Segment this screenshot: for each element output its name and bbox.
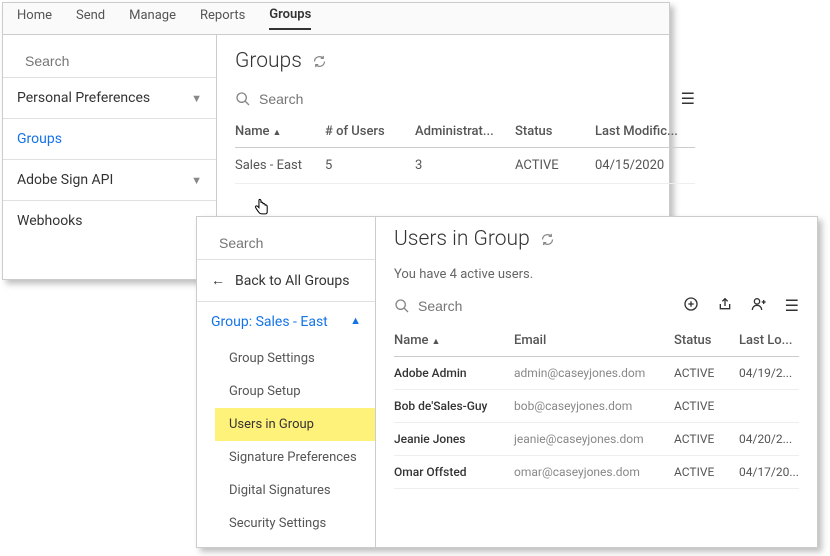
cell-status: ACTIVE <box>674 399 739 413</box>
col-users[interactable]: # of Users <box>325 124 415 139</box>
page-title-text: Groups <box>235 49 302 73</box>
subitem-users-in-group[interactable]: Users in Group <box>215 408 375 441</box>
add-user-icon[interactable] <box>751 296 767 312</box>
cell-last <box>739 399 799 413</box>
tab-manage[interactable]: Manage <box>129 8 176 29</box>
cell-admins: 3 <box>415 158 515 173</box>
chevron-down-icon: ▼ <box>191 174 202 187</box>
page-title: Groups <box>235 49 695 73</box>
export-icon[interactable] <box>717 296 733 312</box>
col-name[interactable]: Name▲ <box>235 124 325 139</box>
cell-name: Bob de'Sales-Guy <box>394 399 514 413</box>
users-search[interactable] <box>394 298 599 314</box>
table-row[interactable]: Jeanie Jones jeanie@caseyjones.dom ACTIV… <box>394 423 799 456</box>
back-arrow-icon: ← <box>211 272 225 289</box>
back-to-all-groups[interactable]: ← Back to All Groups <box>197 259 375 301</box>
search-icon <box>394 298 410 314</box>
active-users-message: You have 4 active users. <box>394 267 799 282</box>
cell-email: jeanie@caseyjones.dom <box>514 432 674 446</box>
sidebar-search[interactable] <box>3 45 216 77</box>
menu-icon[interactable]: ☰ <box>785 296 799 315</box>
table-row[interactable]: Adobe Admin admin@caseyjones.dom ACTIVE … <box>394 357 799 390</box>
main-users-in-group: Users in Group You have 4 active users. … <box>376 217 817 547</box>
sidebar-item-label: Webhooks <box>17 213 83 229</box>
cell-status: ACTIVE <box>515 158 595 173</box>
subitem-security-settings[interactable]: Security Settings <box>215 507 375 540</box>
cell-last: 04/20/2... <box>739 432 799 446</box>
subitem-digital-signatures[interactable]: Digital Signatures <box>215 474 375 507</box>
chevron-down-icon: ▼ <box>191 92 202 105</box>
refresh-icon[interactable] <box>312 54 327 69</box>
subitem-group-setup[interactable]: Group Setup <box>215 375 375 408</box>
subitem-group-settings[interactable]: Group Settings <box>215 342 375 375</box>
sidebar-item-groups[interactable]: Groups <box>3 118 216 159</box>
tab-reports[interactable]: Reports <box>200 8 245 29</box>
page-title-text: Users in Group <box>394 227 530 251</box>
sidebar-item-adobe-sign-api[interactable]: Adobe Sign API ▼ <box>3 159 216 200</box>
chevron-up-icon: ▲ <box>350 314 361 330</box>
table-header: Name▲ # of Users Administrat... Status L… <box>235 116 695 148</box>
sidebar-item-webhooks[interactable]: Webhooks <box>3 200 216 241</box>
col-admins[interactable]: Administrat... <box>415 124 515 139</box>
group-label: Group: Sales - East <box>211 314 328 330</box>
cell-last: 04/17/20... <box>739 465 799 479</box>
cursor-hand-icon <box>250 196 272 218</box>
sidebar-item-label: Adobe Sign API <box>17 172 113 188</box>
cell-status: ACTIVE <box>674 432 739 446</box>
back-label: Back to All Groups <box>235 273 349 289</box>
sidebar-item-label: Groups <box>17 131 62 147</box>
group-header[interactable]: Group: Sales - East ▲ <box>197 301 375 342</box>
col-email[interactable]: Email <box>514 333 674 348</box>
table-row[interactable]: Bob de'Sales-Guy bob@caseyjones.dom ACTI… <box>394 390 799 423</box>
sidebar2-search-input[interactable] <box>219 235 376 251</box>
cell-email: admin@caseyjones.dom <box>514 366 674 380</box>
cell-name: Sales - East <box>235 158 325 173</box>
col-status[interactable]: Status <box>515 124 595 139</box>
cell-status: ACTIVE <box>674 366 739 380</box>
tab-groups[interactable]: Groups <box>269 7 311 30</box>
cell-email: omar@caseyjones.dom <box>514 465 674 479</box>
sidebar-item-label: Personal Preferences <box>17 90 150 106</box>
table-row[interactable]: Sales - East 5 3 ACTIVE 04/15/2020 <box>235 148 695 184</box>
top-nav: Home Send Manage Reports Groups <box>3 3 669 35</box>
cell-status: ACTIVE <box>674 465 739 479</box>
col-name[interactable]: Name▲ <box>394 333 514 348</box>
sidebar-group-detail: ← Back to All Groups Group: Sales - East… <box>197 217 376 547</box>
cell-modified: 04/15/2020 <box>595 158 695 173</box>
cell-name: Jeanie Jones <box>394 432 514 446</box>
table-search[interactable] <box>235 91 440 107</box>
users-search-input[interactable] <box>418 298 599 314</box>
cell-email: bob@caseyjones.dom <box>514 399 674 413</box>
sidebar-search-input[interactable] <box>25 53 206 69</box>
table-search-input[interactable] <box>259 91 440 107</box>
col-modified[interactable]: Last Modific... <box>595 124 695 139</box>
cell-name: Adobe Admin <box>394 366 514 380</box>
sort-asc-icon: ▲ <box>432 337 441 347</box>
sidebar-left: Personal Preferences ▼ Groups Adobe Sign… <box>3 35 217 279</box>
sidebar-item-personal-preferences[interactable]: Personal Preferences ▼ <box>3 77 216 118</box>
sort-asc-icon: ▲ <box>273 128 282 138</box>
tab-send[interactable]: Send <box>76 8 105 29</box>
cell-last: 04/19/2... <box>739 366 799 380</box>
subitem-signature-preferences[interactable]: Signature Preferences <box>215 441 375 474</box>
page-title-users: Users in Group <box>394 227 799 251</box>
search-icon <box>235 91 251 107</box>
sidebar2-search[interactable] <box>197 227 375 259</box>
add-icon[interactable] <box>683 296 699 312</box>
cell-name: Omar Offsted <box>394 465 514 479</box>
panel-users-in-group: ← Back to All Groups Group: Sales - East… <box>196 216 818 548</box>
refresh-icon[interactable] <box>540 232 555 247</box>
col-last-login[interactable]: Last Lo... <box>739 333 799 348</box>
users-table-header: Name▲ Email Status Last Lo... <box>394 325 799 357</box>
cell-users: 5 <box>325 158 415 173</box>
tab-home[interactable]: Home <box>17 8 52 29</box>
col-status[interactable]: Status <box>674 333 739 348</box>
table-row[interactable]: Omar Offsted omar@caseyjones.dom ACTIVE … <box>394 456 799 489</box>
menu-icon[interactable]: ☰ <box>681 89 695 108</box>
